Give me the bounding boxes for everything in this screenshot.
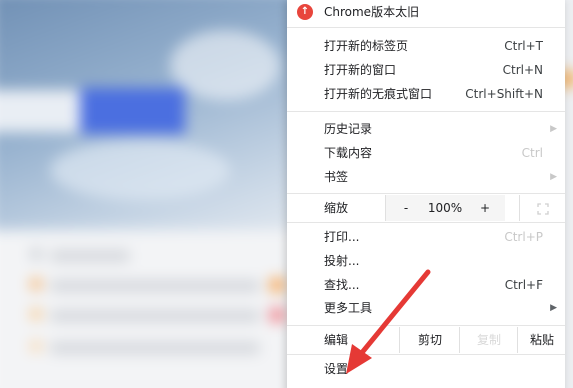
copy-label: 复制 bbox=[476, 333, 501, 347]
menu-item-shortcut: Ctrl+F bbox=[504, 278, 543, 292]
menu-item-help[interactable] bbox=[287, 380, 565, 388]
search-input[interactable] bbox=[0, 90, 80, 132]
menu-item-zoom: 缩放 - 100% + bbox=[287, 195, 565, 221]
menu-item-label: 缩放 bbox=[324, 201, 349, 215]
menu-item-label: Chrome版本太旧 bbox=[324, 5, 420, 19]
feed-row[interactable] bbox=[50, 342, 260, 354]
menu-separator bbox=[287, 354, 565, 355]
menu-item-label: 打开新的无痕式窗口 bbox=[324, 87, 433, 101]
feed-bullet bbox=[30, 248, 42, 260]
menu-item-shortcut: Ctrl+T bbox=[504, 39, 543, 53]
menu-item-label: 下载内容 bbox=[324, 146, 373, 160]
menu-separator bbox=[287, 27, 565, 28]
feed-row[interactable] bbox=[50, 280, 260, 292]
cut-button[interactable]: 剪切 bbox=[399, 327, 460, 353]
fullscreen-icon bbox=[537, 202, 549, 215]
search-button[interactable] bbox=[80, 88, 185, 134]
menu-item-new-tab[interactable]: 打开新的标签页 Ctrl+T bbox=[287, 35, 565, 57]
paste-button[interactable]: 粘贴 bbox=[517, 327, 566, 353]
copy-button[interactable]: 复制 bbox=[459, 327, 518, 353]
menu-item-more-tools[interactable]: 更多工具 ▶ bbox=[287, 297, 565, 319]
menu-separator bbox=[287, 193, 565, 194]
menu-item-cast[interactable]: 投射... bbox=[287, 250, 565, 272]
feed-tag bbox=[270, 308, 284, 322]
zoom-level-label: 100% bbox=[427, 201, 463, 215]
menu-item-print[interactable]: 打印... Ctrl+P bbox=[287, 226, 565, 248]
menu-item-history[interactable]: 历史记录 ▶ bbox=[287, 118, 565, 140]
menu-item-edit: 编辑 剪切 复制 粘贴 bbox=[287, 327, 565, 353]
zoom-out-label: - bbox=[403, 201, 409, 215]
feed-bullet bbox=[30, 308, 42, 320]
background-cloud bbox=[170, 30, 280, 100]
paste-label: 粘贴 bbox=[529, 333, 554, 347]
menu-item-label: 书签 bbox=[324, 170, 349, 184]
feed-row[interactable] bbox=[50, 250, 130, 262]
menu-item-label: 投射... bbox=[324, 254, 360, 268]
menu-item-find[interactable]: 查找... Ctrl+F bbox=[287, 274, 565, 296]
chrome-main-menu: ↑ Chrome版本太旧 打开新的标签页 Ctrl+T 打开新的窗口 Ctrl+… bbox=[287, 0, 565, 388]
menu-item-label: 查找... bbox=[324, 278, 360, 292]
feed-bullet bbox=[30, 340, 42, 352]
menu-item-label: 历史记录 bbox=[324, 122, 373, 136]
menu-item-update-chrome[interactable]: ↑ Chrome版本太旧 bbox=[287, 1, 565, 23]
menu-item-label: 打印... bbox=[324, 230, 360, 244]
cut-label: 剪切 bbox=[417, 333, 442, 347]
menu-item-label: 编辑 bbox=[324, 333, 349, 347]
menu-item-new-incognito-window[interactable]: 打开新的无痕式窗口 Ctrl+Shift+N bbox=[287, 83, 565, 105]
screenshot: ↑ Chrome版本太旧 打开新的标签页 Ctrl+T 打开新的窗口 Ctrl+… bbox=[0, 0, 573, 388]
feed-row[interactable] bbox=[50, 310, 260, 322]
menu-item-label: 设置 bbox=[324, 362, 349, 376]
feed-bullet bbox=[30, 278, 42, 290]
menu-item-bookmarks[interactable]: 书签 ▶ bbox=[287, 166, 565, 188]
menu-item-label: 更多工具 bbox=[324, 301, 373, 315]
zoom-level-value: 100% bbox=[425, 195, 465, 221]
menu-item-settings[interactable]: 设置 bbox=[287, 358, 565, 380]
menu-item-shortcut: Ctrl bbox=[521, 146, 543, 160]
menu-item-shortcut: Ctrl+Shift+N bbox=[465, 87, 543, 101]
feed-tag bbox=[270, 278, 284, 292]
menu-separator bbox=[287, 222, 565, 223]
menu-separator bbox=[287, 325, 565, 326]
zoom-out-button[interactable]: - bbox=[385, 195, 426, 221]
up-arrow-icon: ↑ bbox=[297, 4, 313, 20]
menu-item-downloads[interactable]: 下载内容 Ctrl bbox=[287, 142, 565, 164]
zoom-in-label: + bbox=[479, 201, 491, 215]
menu-item-new-window[interactable]: 打开新的窗口 Ctrl+N bbox=[287, 59, 565, 81]
chevron-right-icon: ▶ bbox=[550, 303, 557, 313]
menu-item-label: 打开新的窗口 bbox=[324, 63, 397, 77]
chevron-right-icon: ▶ bbox=[550, 124, 557, 134]
fullscreen-button[interactable] bbox=[519, 195, 566, 221]
background-cloud bbox=[50, 140, 230, 200]
zoom-in-button[interactable]: + bbox=[465, 195, 505, 221]
menu-item-label: 打开新的标签页 bbox=[324, 39, 409, 53]
menu-separator bbox=[287, 111, 565, 112]
chevron-right-icon: ▶ bbox=[550, 172, 557, 182]
menu-item-shortcut: Ctrl+N bbox=[502, 63, 543, 77]
menu-item-shortcut: Ctrl+P bbox=[504, 230, 543, 244]
